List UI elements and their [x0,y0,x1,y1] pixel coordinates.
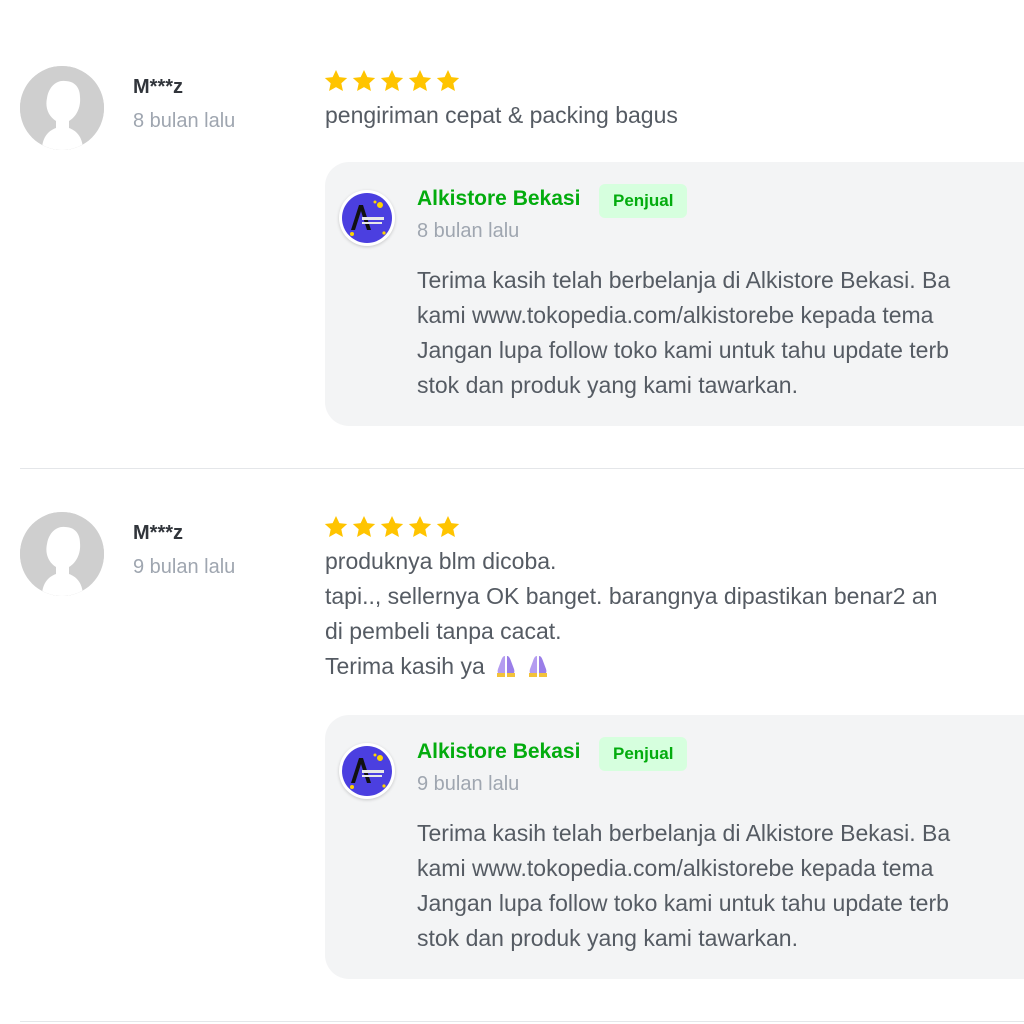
star-icon [380,515,404,537]
seller-name[interactable]: Alkistore Bekasi [417,740,580,764]
reviewer-name: M***z [133,522,184,544]
star-icon [408,515,432,537]
seller-badge: Penjual [599,737,688,771]
seller-logo[interactable] [339,743,395,799]
folded-hands-emoji [528,656,547,677]
star-icon [352,69,376,91]
star-rating [323,514,461,540]
reply-text-line: kami www.tokopedia.com/alkistorebe kepad… [417,855,934,881]
star-icon [352,515,376,537]
review-time: 8 bulan lalu [133,110,236,132]
star-icon [324,69,348,91]
review-text: produknya blm dicoba. tapi.., sellernya … [325,544,1024,684]
reply-text-line: Jangan lupa follow toko kami untuk tahu … [417,337,949,363]
reply-text-line: Jangan lupa follow toko kami untuk tahu … [417,890,949,916]
review-text-line: Terima kasih ya [325,653,485,679]
review-text-line: tapi.., sellernya OK banget. barangnya d… [325,583,938,609]
review-time: 9 bulan lalu [133,556,236,578]
reply-text-line: stok dan produk yang kami tawarkan. [417,925,798,951]
seller-name[interactable]: Alkistore Bekasi [417,187,580,211]
review-list: M***z 8 bulan lalu pengiriman cepat & pa… [0,0,1024,1024]
star-icon [380,69,404,91]
reply-text: Terima kasih telah berbelanja di Alkisto… [417,263,1024,403]
seller-reply: Alkistore Bekasi Penjual 8 bulan lalu Te… [325,162,1024,426]
star-icon [324,515,348,537]
review-text-line: pengiriman cepat & packing bagus [325,102,678,128]
reply-text: Terima kasih telah berbelanja di Alkisto… [417,816,1024,956]
review-text: pengiriman cepat & packing bagus [325,98,1024,133]
reply-text-line: Terima kasih telah berbelanja di Alkisto… [417,267,951,293]
review-text-line: di pembeli tanpa cacat. [325,618,562,644]
seller-badge: Penjual [599,184,688,218]
star-rating [323,68,461,94]
divider [20,468,1024,469]
seller-logo[interactable] [339,190,395,246]
reviewer-name: M***z [133,76,184,98]
star-icon [436,69,460,91]
reply-text-line: stok dan produk yang kami tawarkan. [417,372,798,398]
review-text-line: produknya blm dicoba. [325,548,557,574]
star-icon [436,515,460,537]
reply-text-line: Terima kasih telah berbelanja di Alkisto… [417,820,951,846]
reply-text-line: kami www.tokopedia.com/alkistorebe kepad… [417,302,934,328]
seller-reply: Alkistore Bekasi Penjual 9 bulan lalu Te… [325,715,1024,979]
user-avatar-icon[interactable] [20,66,104,150]
reply-time: 9 bulan lalu [417,773,520,795]
folded-hands-emoji [496,656,515,677]
divider [20,1021,1024,1022]
reply-time: 8 bulan lalu [417,220,520,242]
star-icon [408,69,432,91]
user-avatar-icon[interactable] [20,512,104,596]
